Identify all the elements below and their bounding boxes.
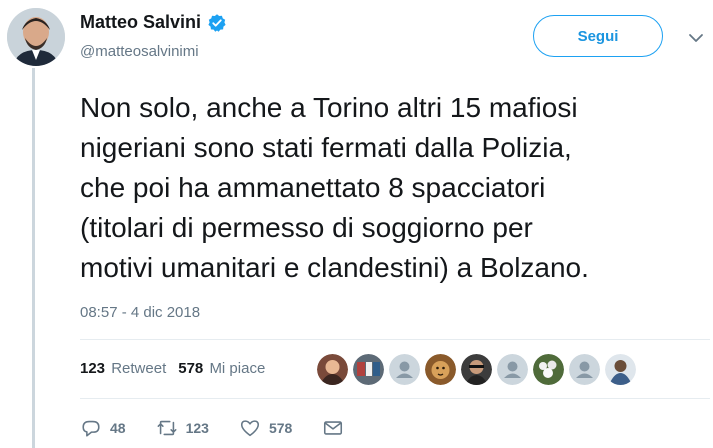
liker-avatar-default[interactable] <box>497 354 528 385</box>
follow-button[interactable]: Segui <box>533 15 663 57</box>
tweet-stats: 123 Retweet 578 Mi piace <box>80 360 265 377</box>
retweet-button[interactable]: 123 <box>156 417 209 439</box>
liker-avatar[interactable] <box>605 354 636 385</box>
divider <box>80 398 710 399</box>
retweet-icon <box>157 420 177 436</box>
envelope-icon <box>324 421 343 435</box>
liker-avatar[interactable] <box>317 354 348 385</box>
chevron-down-icon[interactable] <box>686 28 706 48</box>
retweet-stat[interactable]: 123 Retweet <box>80 360 166 377</box>
reply-icon <box>82 420 100 437</box>
user-handle[interactable]: @matteosalvinimi <box>80 43 199 60</box>
like-count: 578 <box>178 360 204 377</box>
tweet-line: nigeriani sono stati fermati dalla Poliz… <box>80 132 572 163</box>
avatar[interactable] <box>7 8 65 66</box>
tweet-timestamp[interactable]: 08:57 - 4 dic 2018 <box>80 304 200 321</box>
retweet-count: 123 <box>80 360 106 377</box>
tweet-line: (titolari di permesso di soggiorno per <box>80 212 533 243</box>
retweet-label: Retweet <box>111 360 167 377</box>
liker-avatar[interactable] <box>461 354 492 385</box>
tweet-text: Non solo, anche a Torino altri 15 mafios… <box>80 88 710 288</box>
liker-avatar-default[interactable] <box>569 354 600 385</box>
tweet-line: che poi ha ammanettato 8 spacciatori <box>80 172 546 203</box>
divider <box>80 339 710 340</box>
tweet-line: motivi umanitari e clandestini) a Bolzan… <box>80 252 589 283</box>
liker-avatar-default[interactable] <box>389 354 420 385</box>
like-label: Mi piace <box>209 360 266 377</box>
message-button[interactable] <box>322 417 344 439</box>
liker-avatar[interactable] <box>425 354 456 385</box>
reply-count: 48 <box>110 420 126 436</box>
heart-icon <box>240 420 259 437</box>
like-button[interactable]: 578 <box>239 417 292 439</box>
liker-avatars <box>317 354 636 385</box>
tweet-actions: 48 123 578 <box>80 417 374 439</box>
liker-avatar[interactable] <box>533 354 564 385</box>
verified-badge-icon <box>208 13 226 32</box>
display-name[interactable]: Matteo Salvini <box>80 12 201 33</box>
reply-button[interactable]: 48 <box>80 417 126 439</box>
liker-avatar[interactable] <box>353 354 384 385</box>
like-stat[interactable]: 578 Mi piace <box>178 360 265 377</box>
like-action-count: 578 <box>268 420 293 436</box>
retweet-action-count: 123 <box>185 420 209 436</box>
tweet-line: Non solo, anche a Torino altri 15 mafios… <box>80 92 578 123</box>
thread-line <box>32 68 35 448</box>
avatar-photo <box>7 8 65 66</box>
